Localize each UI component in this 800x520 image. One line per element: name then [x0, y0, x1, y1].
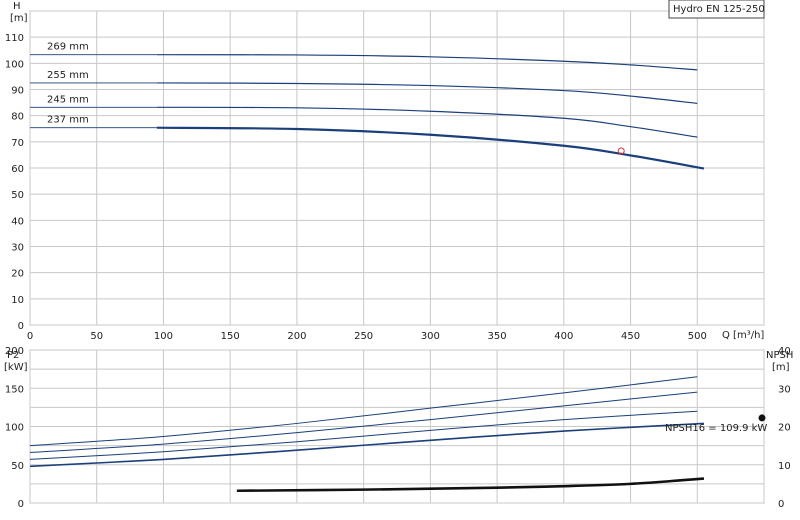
power-y-tick-label: 50	[11, 461, 24, 472]
head-y-tick-label: 60	[11, 164, 24, 175]
head-curve-255-mm	[156, 82, 698, 104]
head-chart-grid	[29, 10, 765, 326]
head-x-tick-label: 450	[621, 331, 640, 342]
head-y-tick-label: 50	[11, 190, 24, 201]
head-x-tick-label: 50	[90, 331, 103, 342]
power-curve	[29, 422, 704, 468]
npsh-y-tick-label: 0	[778, 499, 784, 510]
head-curve-label: 237 mm	[47, 115, 89, 126]
pump-model-title: Hydro EN 125-250	[673, 4, 765, 15]
head-x-tick-label: 100	[154, 331, 173, 342]
npsh-y-tick-label: 10	[778, 461, 791, 472]
power-y-tick-label: 0	[18, 499, 24, 510]
head-curve-269-mm	[156, 54, 698, 71]
npsh-axis-label: NPSH	[766, 350, 793, 361]
head-curve-245-mm	[156, 106, 698, 138]
head-y-tick-label: 100	[5, 59, 24, 70]
head-chart-ticks: 0 50 100 150 200 250 300 350 400 450 500 0 10 20 30 40 5…	[5, 33, 707, 342]
head-y-tick-label: 0	[18, 321, 24, 332]
head-axis-unit: [m]	[10, 13, 28, 24]
head-y-tick-label: 10	[11, 295, 24, 306]
head-x-tick-label: 400	[554, 331, 573, 342]
head-x-tick-label: 250	[354, 331, 373, 342]
npsh-marker-point	[758, 414, 766, 422]
power-y-tick-label: 150	[5, 384, 24, 395]
head-curve-label: 245 mm	[47, 94, 89, 105]
npsh-annotation: NPSH16 = 109.9 kW	[665, 423, 767, 434]
head-x-tick-label: 0	[27, 331, 33, 342]
head-y-tick-label: 110	[5, 33, 24, 44]
power-y-tick-label: 100	[5, 423, 24, 434]
head-y-tick-label: 70	[11, 138, 24, 149]
head-x-tick-label: 350	[488, 331, 507, 342]
power-axis-label: P2	[7, 350, 19, 361]
head-y-tick-label: 30	[11, 243, 24, 254]
head-y-tick-label: 20	[11, 269, 24, 280]
head-y-tick-label: 40	[11, 216, 24, 227]
npsh-y-tick-label: 20	[778, 423, 791, 434]
npsh-y-tick-label: 30	[778, 384, 791, 395]
npsh-curve	[236, 477, 705, 493]
head-y-tick-label: 90	[11, 86, 24, 97]
power-axis-unit: [kW]	[4, 362, 28, 373]
head-x-tick-label: 200	[287, 331, 306, 342]
head-x-tick-label: 500	[688, 331, 707, 342]
flow-axis-label: Q [m³/h]	[722, 330, 764, 341]
pump-performance-chart: 269 mm255 mm245 mm237 mm 0 50 100 150 200 250…	[4, 0, 793, 510]
head-curve-label: 269 mm	[47, 42, 89, 53]
head-axis-label: H	[13, 1, 21, 12]
head-y-tick-label: 80	[11, 112, 24, 123]
power-curves	[29, 376, 766, 493]
head-curve-label: 255 mm	[47, 70, 89, 81]
head-x-tick-label: 300	[421, 331, 440, 342]
head-x-tick-label: 150	[221, 331, 240, 342]
npsh-axis-unit: [m]	[772, 362, 790, 373]
head-curves: 269 mm 255 mm 245 mm 237 mm	[30, 42, 705, 170]
